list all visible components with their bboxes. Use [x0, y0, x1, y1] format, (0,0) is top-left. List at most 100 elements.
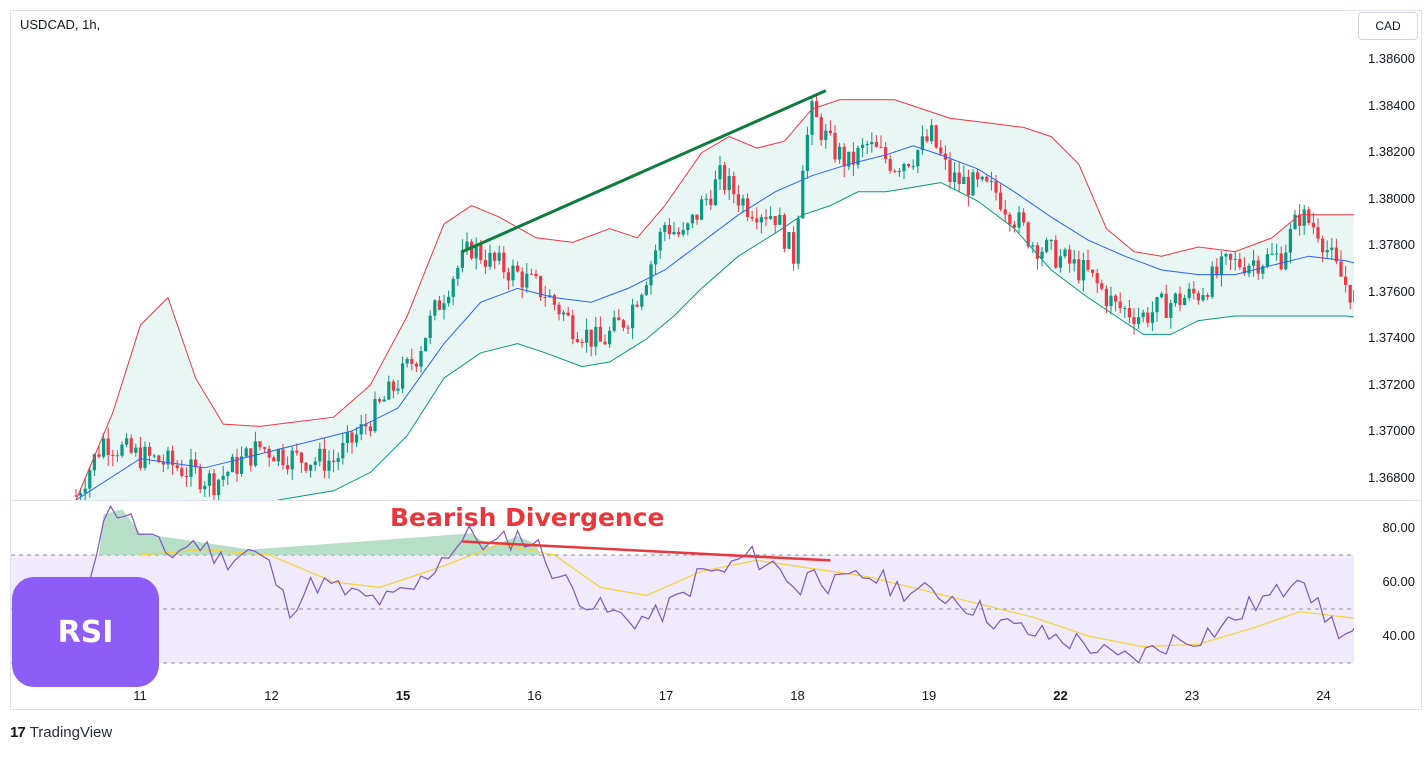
candle-body: [502, 252, 506, 273]
candle-body: [585, 329, 589, 343]
candle-body: [148, 446, 152, 456]
candle-body: [796, 218, 800, 264]
candle-body: [649, 264, 653, 286]
candle-body: [1049, 240, 1053, 242]
candle-body: [212, 473, 216, 496]
time-tick-label: 18: [790, 688, 805, 703]
price-tick-label: 1.38200: [1368, 144, 1415, 159]
candle-body: [221, 475, 225, 480]
candle-body: [1081, 260, 1085, 281]
candle-body: [1183, 297, 1187, 305]
candle-body: [819, 117, 823, 140]
candle-body: [272, 457, 276, 462]
price-tick-label: 1.37400: [1368, 330, 1415, 345]
candle-body: [1100, 283, 1104, 289]
candle-body: [828, 130, 832, 133]
candle-body: [198, 467, 202, 490]
candle: [796, 215, 800, 270]
candle-body: [575, 338, 579, 342]
candle-body: [1077, 259, 1081, 281]
candle-body: [934, 125, 938, 148]
candle-body: [327, 460, 331, 471]
candle-body: [566, 312, 570, 316]
candle-body: [263, 447, 267, 449]
candle-body: [175, 465, 179, 469]
candle-body: [778, 214, 782, 225]
candle-body: [612, 317, 616, 331]
bollinger-fill: [76, 99, 1354, 500]
price-tick-label: 1.38400: [1368, 97, 1415, 113]
candle-body: [511, 265, 515, 281]
time-tick-label: 11: [133, 688, 147, 703]
candle-body: [953, 172, 957, 183]
candle-body: [663, 224, 667, 232]
candle-body: [230, 456, 234, 473]
time-tick-label: 16: [527, 688, 542, 703]
candle-body: [989, 181, 993, 183]
rsi-tick-label: 40.00: [1382, 628, 1415, 643]
candle-body: [810, 101, 814, 135]
candle-body: [1288, 228, 1292, 253]
candle-body: [318, 448, 322, 462]
candle-body: [506, 272, 510, 281]
candle: [1422, 303, 1425, 326]
candle-body: [1095, 272, 1099, 284]
candle-body: [746, 198, 750, 217]
candle-body: [345, 432, 349, 444]
candle-body: [1348, 284, 1352, 303]
candle-body: [769, 216, 773, 219]
candle-body: [874, 141, 878, 147]
candle-body: [608, 330, 612, 345]
candle-body: [994, 181, 998, 193]
candle-body: [1413, 298, 1416, 313]
candle-body: [736, 194, 740, 206]
candle-body: [286, 465, 290, 470]
candle-body: [129, 438, 133, 453]
candle-body: [336, 458, 340, 463]
candle-body: [870, 141, 874, 145]
candle-body: [180, 468, 184, 476]
candle-body: [115, 455, 119, 457]
candle-body: [244, 448, 248, 457]
candle-body: [966, 176, 970, 196]
candle-body: [815, 101, 819, 118]
candle-body: [1132, 317, 1136, 324]
candle-body: [1104, 288, 1108, 306]
candle-body: [782, 214, 786, 249]
tradingview-brand[interactable]: 17 TradingView: [10, 724, 112, 741]
candle-body: [203, 485, 207, 490]
price-tick-label: 1.37600: [1368, 283, 1415, 299]
candle-body: [368, 426, 372, 432]
candle-body: [1178, 293, 1182, 305]
candle: [1307, 206, 1311, 226]
candle-body: [1311, 222, 1315, 228]
candle-body: [741, 198, 745, 206]
candle-body: [1045, 240, 1049, 252]
candle-body: [1196, 293, 1200, 301]
candle-body: [226, 472, 230, 476]
candle-body: [460, 250, 464, 268]
currency-button[interactable]: CAD: [1358, 12, 1418, 40]
candle-body: [801, 170, 805, 219]
candle-body: [1210, 266, 1214, 297]
candle-body: [396, 388, 400, 391]
symbol-label: USDCAD, 1h,: [20, 17, 101, 32]
candle-body: [433, 300, 437, 316]
candle-body: [759, 217, 763, 223]
candle-body: [525, 273, 529, 288]
candle-body: [442, 303, 446, 310]
candle-body: [1160, 293, 1164, 298]
candle-body: [1422, 312, 1425, 318]
candle-body: [276, 449, 280, 462]
candle-body: [322, 448, 326, 471]
candle-body: [267, 448, 271, 458]
candle-body: [534, 273, 538, 277]
candle-body: [83, 488, 87, 494]
price-tick-label: 1.37800: [1368, 237, 1415, 252]
candle-body: [985, 176, 989, 182]
candle-body: [1155, 297, 1159, 313]
candle-body: [1325, 249, 1329, 253]
candle-body: [1293, 214, 1297, 229]
candle-body: [1252, 260, 1256, 266]
candle-body: [258, 441, 262, 448]
